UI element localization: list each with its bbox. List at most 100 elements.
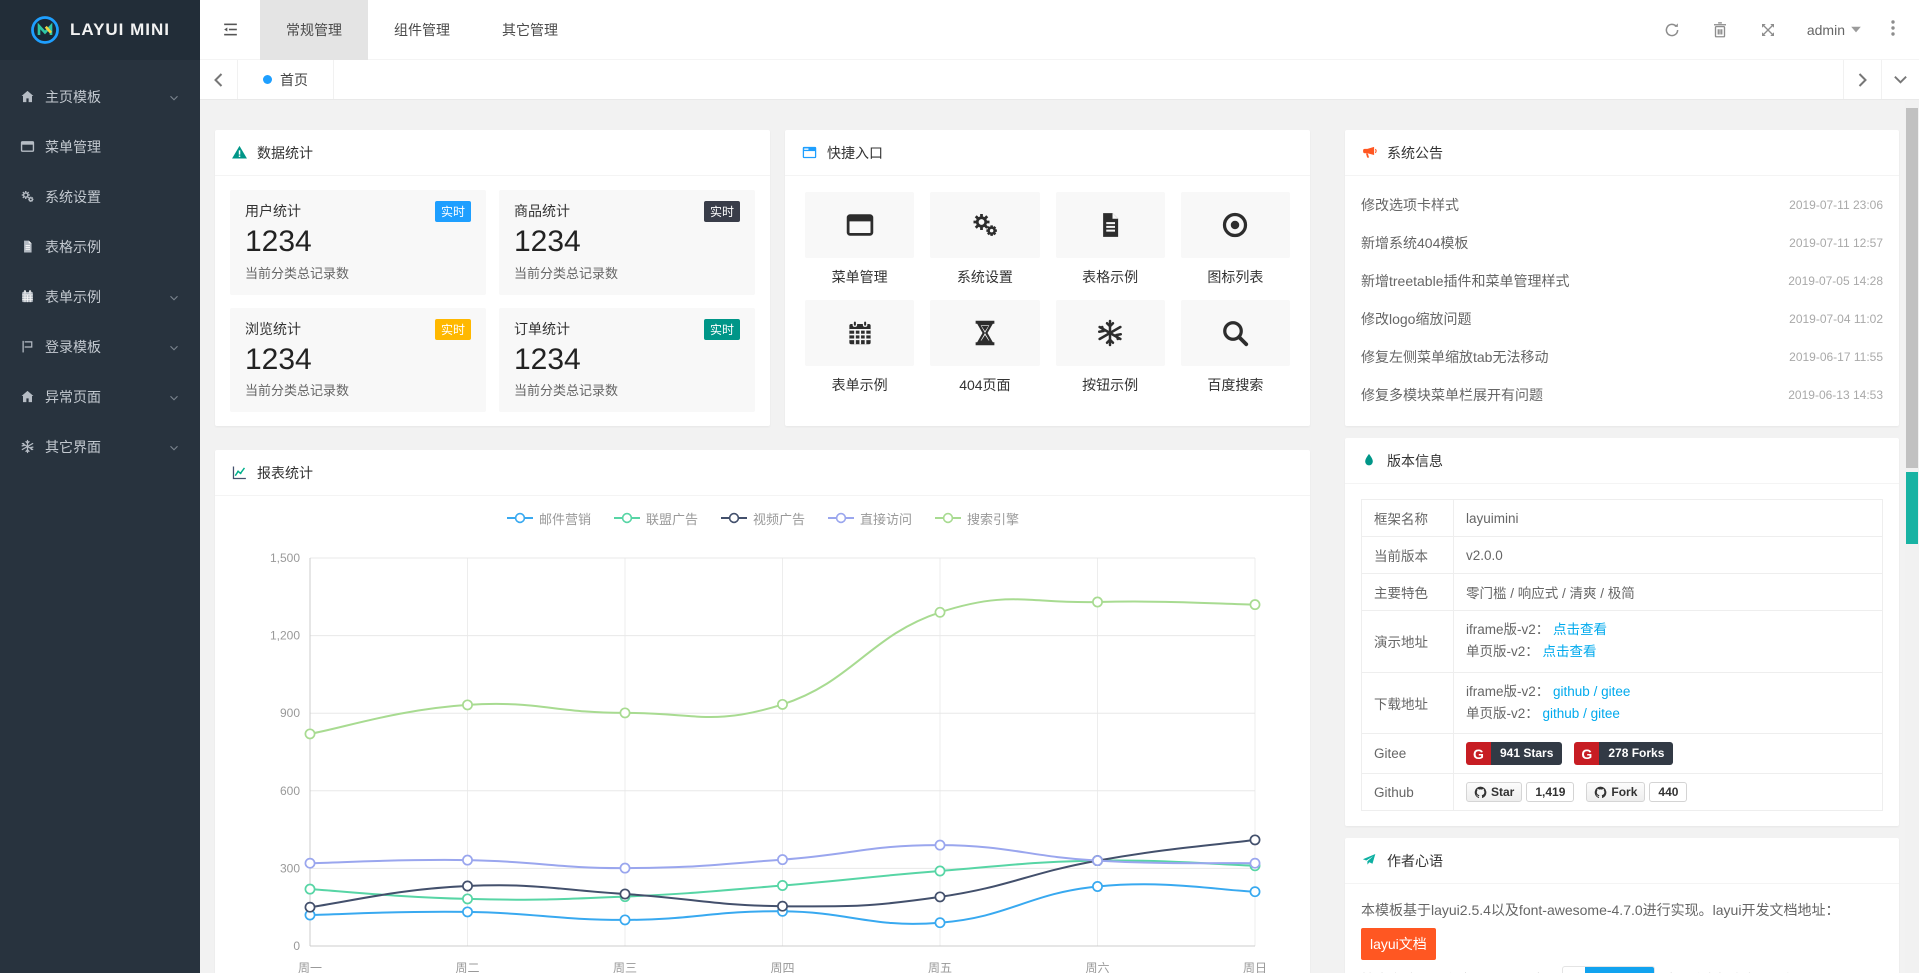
sidebar-item-label: 异常页面 [45, 387, 168, 407]
fullscreen-icon[interactable] [1759, 21, 1777, 39]
announcement-date: 2019-06-13 14:53 [1788, 388, 1883, 402]
version-link[interactable]: 点击查看 [1553, 622, 1607, 637]
version-label: 框架名称 [1362, 500, 1454, 537]
version-label: Github [1362, 774, 1454, 811]
realtime-badge: 实时 [704, 319, 740, 340]
layui-doc-badge[interactable]: layui文档 [1361, 928, 1436, 961]
stat-desc: 当前分类总记录数 [245, 380, 471, 399]
legend-marker-icon [613, 512, 641, 524]
gitee-badge[interactable]: G941 Stars [1466, 742, 1562, 765]
card-title: 系统公告 [1387, 143, 1443, 163]
tab-scroll-left-icon[interactable] [200, 60, 238, 99]
module-tab[interactable]: 常规管理 [260, 0, 368, 60]
stat-value: 1234 [514, 341, 740, 379]
stat-desc: 当前分类总记录数 [514, 380, 740, 399]
quick-entry-search[interactable]: 百度搜索 [1181, 300, 1290, 395]
paper-plane-icon [1361, 852, 1378, 869]
sidebar-nav: 主页模板菜单管理系统设置表格示例表单示例登录模板异常页面其它界面 [0, 60, 200, 472]
legend-label: 视频广告 [753, 509, 805, 528]
version-info-card: 版本信息 框架名称layuimini当前版本v2.0.0主要特色零门槛 / 响应… [1345, 438, 1899, 826]
quick-entry-snowflake[interactable]: 按钮示例 [1056, 300, 1165, 395]
version-link[interactable]: github [1553, 684, 1590, 699]
link-prefix: iframe版-v2： [1466, 622, 1549, 637]
scrollbar-accent[interactable] [1906, 472, 1918, 544]
sidebar-item-window-1[interactable]: 菜单管理 [0, 122, 200, 172]
quick-entry-gears[interactable]: 系统设置 [930, 192, 1039, 287]
github-count[interactable]: 1,419 [1526, 782, 1574, 802]
github-fork-button[interactable]: Fork [1586, 782, 1645, 802]
logo[interactable]: LAYUI MINI [0, 0, 200, 60]
legend-marker-icon [934, 512, 962, 524]
quick-entry-file[interactable]: 表格示例 [1056, 192, 1165, 287]
github-count[interactable]: 440 [1649, 782, 1687, 802]
version-link[interactable]: github [1543, 706, 1580, 721]
user-menu[interactable]: admin [1807, 22, 1861, 38]
sidebar-item-home-6[interactable]: 异常页面 [0, 372, 200, 422]
join-qq-badge[interactable]: 加入QQ群 [1562, 966, 1655, 973]
sidebar-item-file-3[interactable]: 表格示例 [0, 222, 200, 272]
legend-marker-icon [720, 512, 748, 524]
scrollbar-thumb[interactable] [1906, 108, 1918, 468]
quick-entry-label: 百度搜索 [1181, 375, 1290, 395]
chart-legend: 邮件营销 联盟广告 视频广告 直接访问 搜索引擎 [215, 496, 1310, 540]
quick-entry-window[interactable]: 菜单管理 [805, 192, 914, 287]
page-scrollbar[interactable] [1905, 100, 1919, 973]
stat-label: 订单统计 [514, 319, 570, 339]
report-line-chart: 03006009001,2001,500周一周二周三周四周五周六周日 [215, 540, 1278, 973]
legend-item[interactable]: 视频广告 [720, 509, 805, 528]
more-options-icon[interactable] [1891, 20, 1895, 40]
version-link[interactable]: 点击查看 [1543, 644, 1597, 659]
legend-item[interactable]: 邮件营销 [506, 509, 591, 528]
version-value: 零门槛 / 响应式 / 清爽 / 极简 [1466, 586, 1635, 601]
stat-label: 用户统计 [245, 201, 301, 221]
announcement-row[interactable]: 修复左侧菜单缩放tab无法移动2019-06-17 11:55 [1361, 338, 1883, 376]
quick-entry-dot-circle[interactable]: 图标列表 [1181, 192, 1290, 287]
announcement-row[interactable]: 修改选项卡样式2019-07-11 23:06 [1361, 186, 1883, 224]
sidebar-item-calendar-4[interactable]: 表单示例 [0, 272, 200, 322]
quick-entry-hourglass[interactable]: 404页面 [930, 300, 1039, 395]
legend-label: 邮件营销 [539, 509, 591, 528]
announcement-row[interactable]: 修改logo缩放问题2019-07-04 11:02 [1361, 300, 1883, 338]
announcement-row[interactable]: 新增treetable插件和菜单管理样式2019-07-05 14:28 [1361, 262, 1883, 300]
calendar-icon [20, 289, 35, 304]
version-link[interactable]: gitee [1601, 684, 1630, 699]
refresh-icon[interactable] [1663, 21, 1681, 39]
svg-text:1,200: 1,200 [270, 629, 300, 643]
module-tab[interactable]: 组件管理 [368, 0, 476, 60]
chevron-down-icon [168, 342, 180, 354]
clear-cache-icon[interactable] [1711, 21, 1729, 39]
sidebar-item-home-0[interactable]: 主页模板 [0, 72, 200, 122]
github-star-button[interactable]: Star [1466, 782, 1522, 802]
join-qq-label: 加入QQ群 [1585, 967, 1654, 973]
module-tab[interactable]: 其它管理 [476, 0, 584, 60]
svg-text:周四: 周四 [770, 961, 794, 973]
announcements-card: 系统公告 修改选项卡样式2019-07-11 23:06新增系统404模板201… [1345, 130, 1899, 426]
version-value: v2.0.0 [1466, 548, 1503, 563]
gitee-badge[interactable]: G278 Forks [1574, 742, 1673, 765]
card-title: 快捷入口 [827, 143, 883, 163]
quick-entry-label: 系统设置 [930, 267, 1039, 287]
announcement-row[interactable]: 修复多模块菜单栏展开有问题2019-06-13 14:53 [1361, 376, 1883, 414]
legend-item[interactable]: 联盟广告 [613, 509, 698, 528]
legend-item[interactable]: 直接访问 [827, 509, 912, 528]
quick-entry-calendar[interactable]: 表单示例 [805, 300, 914, 395]
tab-scroll-right-icon[interactable] [1843, 60, 1881, 99]
version-link[interactable]: gitee [1591, 706, 1620, 721]
tab-operations-icon[interactable] [1881, 60, 1919, 99]
username: admin [1807, 22, 1845, 38]
author-card: 作者心语 本模板基于layui2.5.4以及font-awesome-4.7.0… [1345, 838, 1899, 973]
sidebar-item-flag-5[interactable]: 登录模板 [0, 322, 200, 372]
card-title: 作者心语 [1387, 851, 1443, 871]
announcement-row[interactable]: 新增系统404模板2019-07-11 12:57 [1361, 224, 1883, 262]
sidebar-item-gears-2[interactable]: 系统设置 [0, 172, 200, 222]
sidebar-item-snowflake-7[interactable]: 其它界面 [0, 422, 200, 472]
caret-down-icon [1851, 26, 1861, 34]
stats-grid: 用户统计实时1234当前分类总记录数商品统计实时1234当前分类总记录数浏览统计… [215, 176, 770, 426]
legend-item[interactable]: 搜索引擎 [934, 509, 1019, 528]
collapse-menu-icon[interactable] [200, 0, 260, 60]
quick-entry-label: 表单示例 [805, 375, 914, 395]
svg-text:900: 900 [280, 706, 300, 720]
page-tab[interactable]: 首页 [238, 60, 334, 99]
gitee-logo-icon: G [1574, 742, 1599, 765]
gears-icon [970, 210, 1000, 240]
